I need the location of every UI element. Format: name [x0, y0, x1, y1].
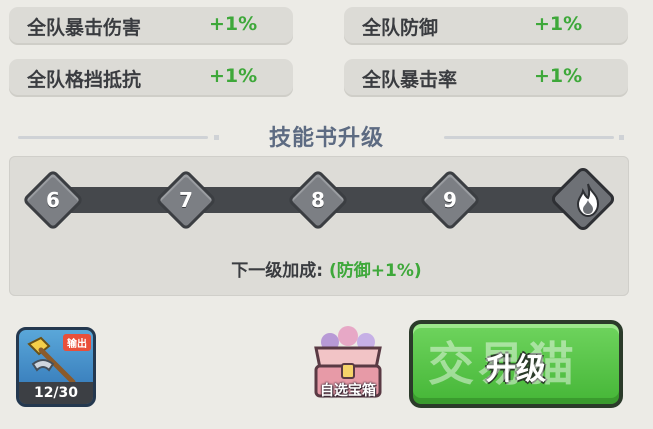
stat-crit-damage: 全队暴击伤害 +1% — [9, 7, 293, 45]
stat-crit-rate: 全队暴击率 +1% — [344, 59, 628, 97]
stat-name: 全队暴击率 — [362, 69, 458, 91]
stat-value: +1% — [209, 65, 258, 87]
next-level-bonus: 下一级加成: (防御+1%) — [0, 256, 653, 281]
stat-name: 全队防御 — [362, 17, 439, 39]
upgrade-button-label: 升级 — [486, 352, 546, 387]
item-tag: 输出 — [63, 334, 91, 351]
skill-book-item[interactable]: 输出 12/30 — [16, 327, 96, 407]
level-label: 8 — [311, 188, 325, 212]
section-title: 技能书升级 — [268, 126, 384, 151]
level-label: 9 — [443, 188, 457, 212]
stat-value: +1% — [534, 13, 583, 35]
stat-name: 全队格挡抵抗 — [27, 69, 142, 91]
next-bonus-value: (防御+1%) — [329, 261, 422, 281]
stat-value: +1% — [209, 13, 258, 35]
stat-value: +1% — [534, 65, 583, 87]
stat-name: 全队暴击伤害 — [27, 17, 142, 39]
next-bonus-label: 下一级加成: — [231, 261, 324, 281]
level-label: 6 — [46, 188, 60, 212]
flame-icon — [576, 183, 600, 218]
level-label: 7 — [179, 188, 193, 212]
item-count: 12/30 — [19, 382, 93, 404]
chest-label: 自选宝箱 — [320, 383, 376, 399]
stat-defense: 全队防御 +1% — [344, 7, 628, 45]
upgrade-button[interactable]: 升级 — [409, 320, 623, 408]
stat-block-resist: 全队格挡抵抗 +1% — [9, 59, 293, 97]
